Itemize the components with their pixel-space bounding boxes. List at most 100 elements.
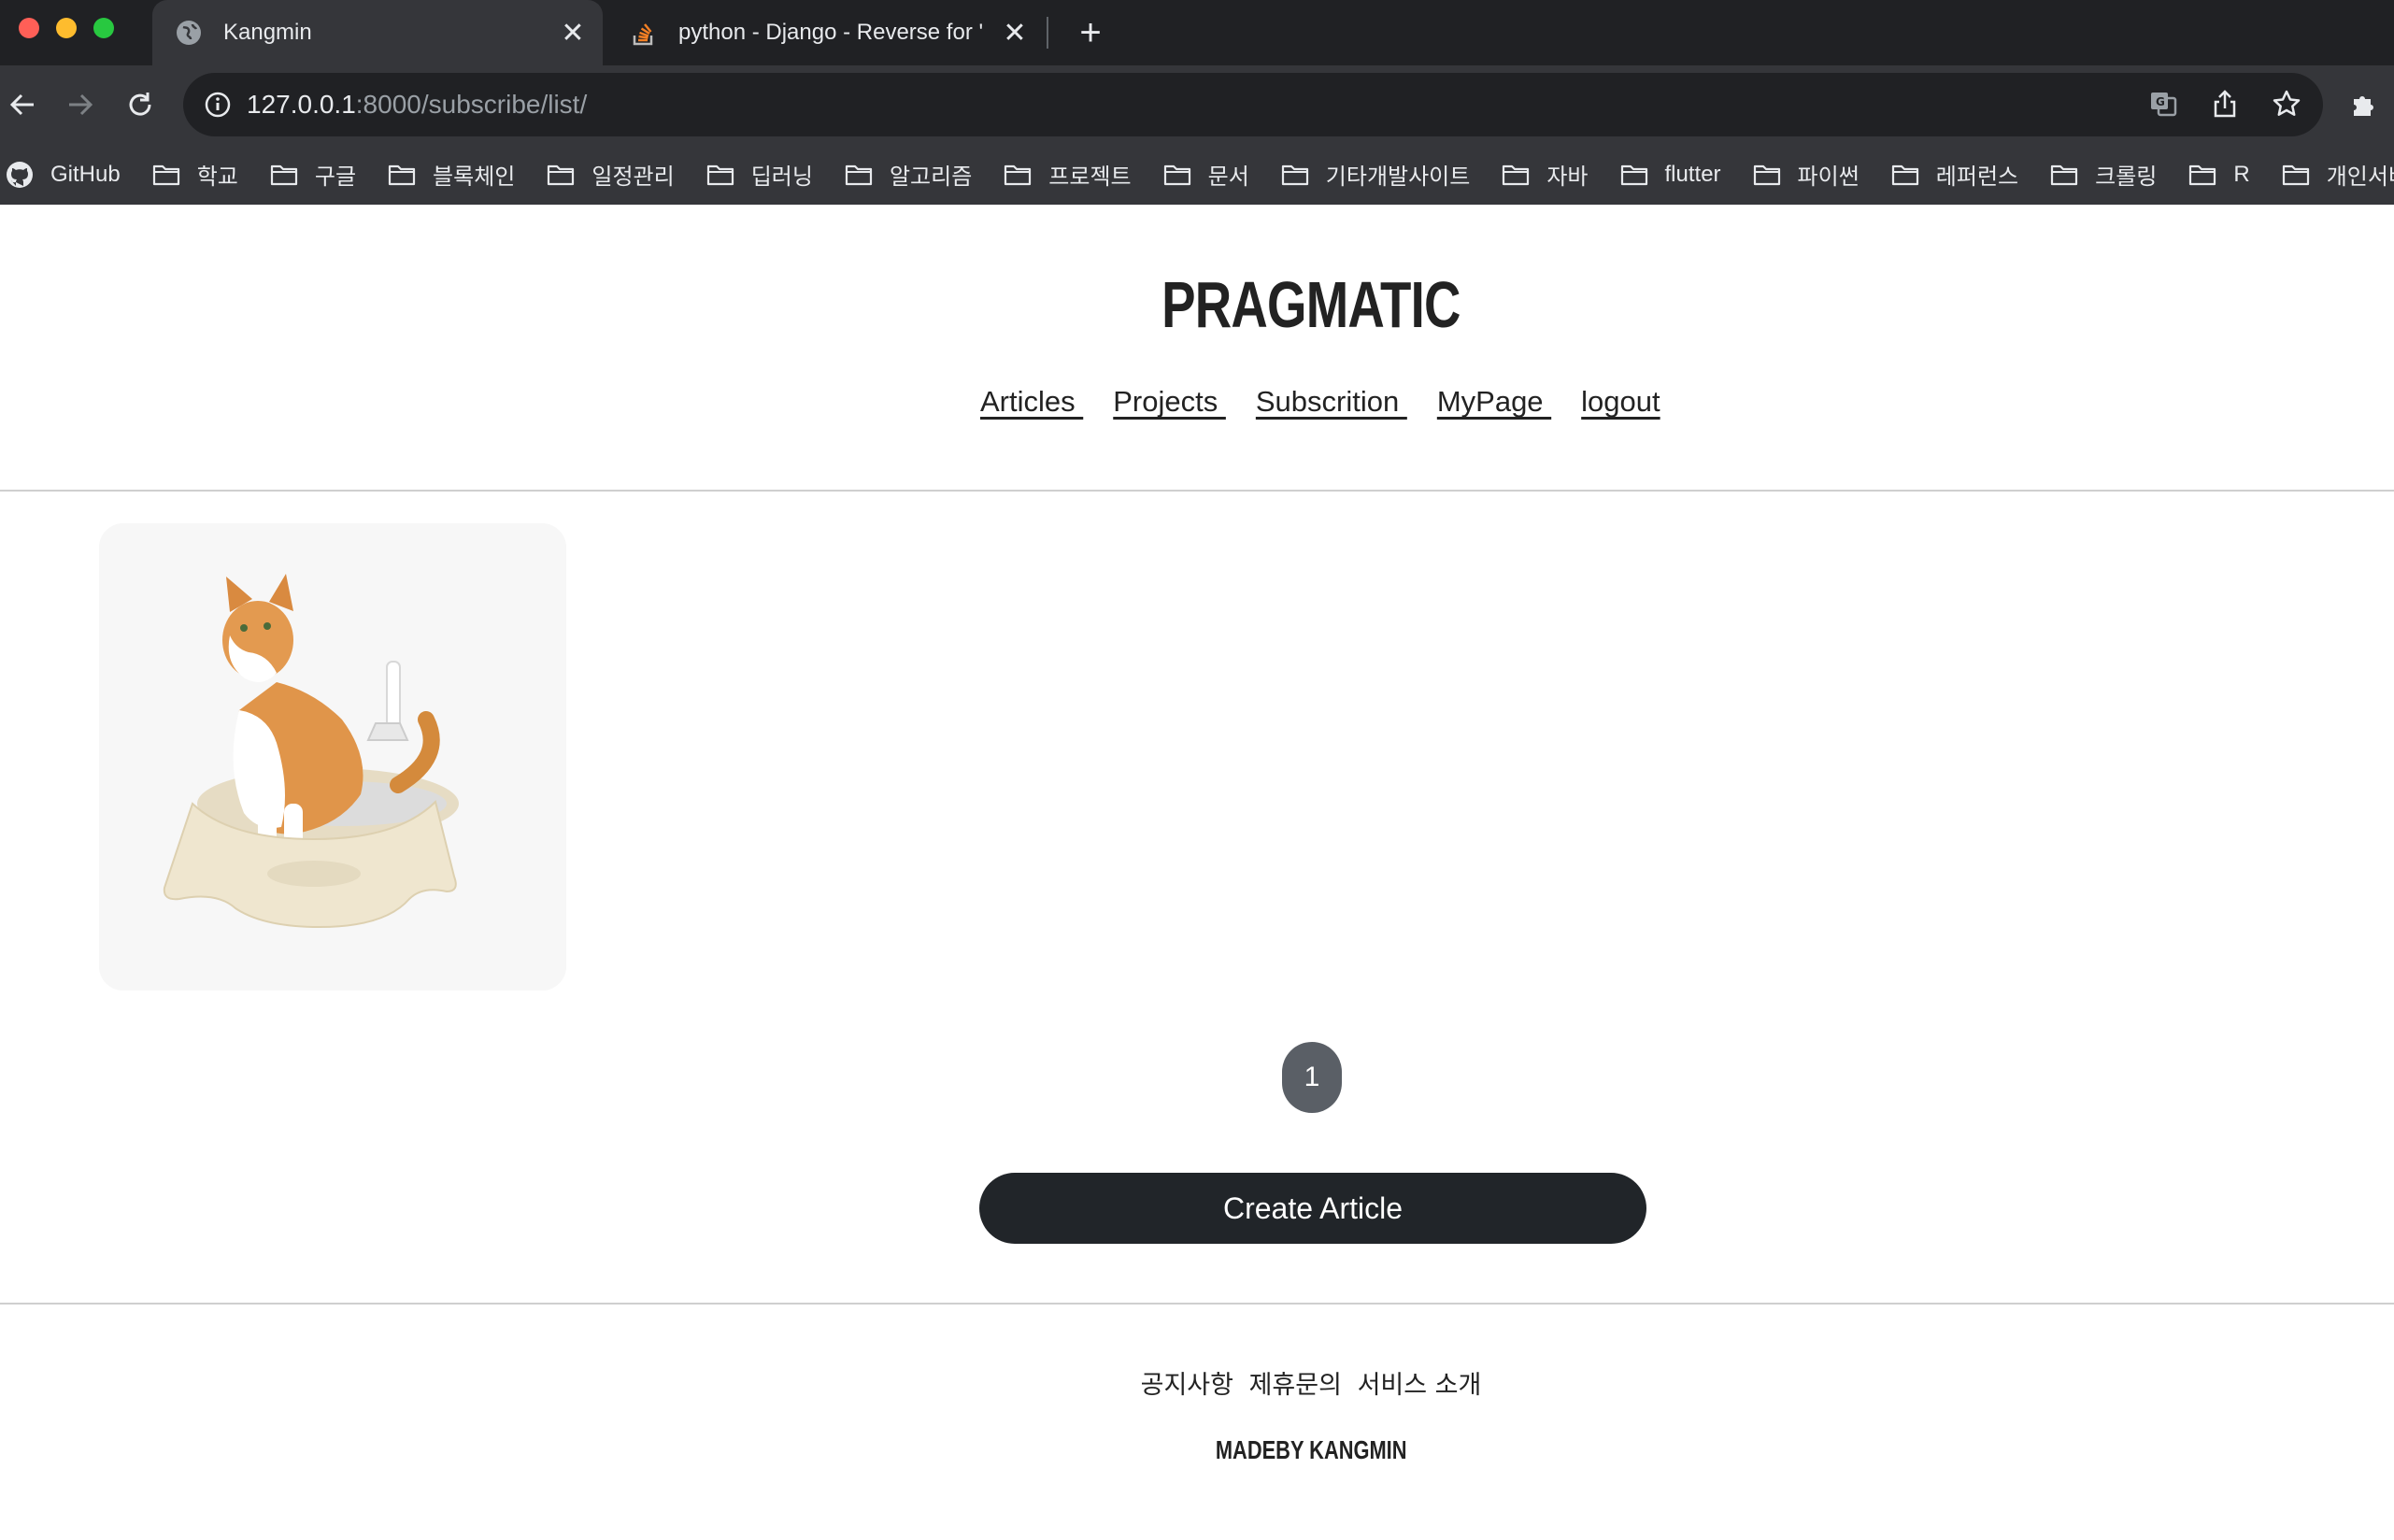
site-logo[interactable]: PRAGMATIC bbox=[0, 267, 2394, 342]
bookmark-label: 레퍼런스 bbox=[1935, 164, 2019, 190]
bookmark-label: 학교 bbox=[196, 164, 238, 190]
bookmarks-bar: GitHub 학교 구글 블록체인 일정관리 딥러닝 알고리즘 프로젝트 문서 기타개발사이트 자… bbox=[0, 144, 2394, 205]
folder-icon bbox=[1753, 163, 1781, 187]
folder-icon bbox=[2188, 163, 2216, 187]
tab-bar: Kangmin ✕ python - Django - Reverse for … bbox=[0, 0, 2394, 65]
folder-icon bbox=[2282, 163, 2310, 187]
bookmark-label: 블록체인 bbox=[433, 164, 516, 190]
folder-icon bbox=[1163, 163, 1191, 187]
folder-icon bbox=[1502, 163, 1530, 187]
minimize-window-button[interactable] bbox=[56, 18, 77, 38]
nav-link-mypage[interactable]: MyPage bbox=[1437, 385, 1551, 419]
bookmark-folder[interactable]: 딥러닝 bbox=[706, 158, 813, 191]
share-icon[interactable] bbox=[2207, 86, 2243, 121]
tab-title: python - Django - Reverse for ' bbox=[678, 20, 984, 45]
nav-link-logout[interactable]: logout bbox=[1581, 385, 1660, 419]
create-article-button[interactable]: Create Article bbox=[979, 1173, 1646, 1244]
bookmark-folder[interactable]: 크롤링 bbox=[2050, 158, 2157, 191]
close-window-button[interactable] bbox=[19, 18, 39, 38]
folder-icon bbox=[1891, 163, 1919, 187]
github-icon bbox=[6, 161, 34, 188]
bookmark-label: GitHub bbox=[50, 161, 121, 187]
stackoverflow-icon bbox=[630, 19, 658, 47]
bookmark-folder[interactable]: 블록체인 bbox=[388, 158, 515, 191]
forward-button[interactable] bbox=[62, 86, 99, 123]
close-tab-icon[interactable]: ✕ bbox=[996, 14, 1033, 51]
bookmark-folder[interactable]: flutter bbox=[1620, 162, 1721, 188]
madeby-text: MADEBY KANGMIN bbox=[1215, 1435, 1407, 1464]
bookmark-label: 알고리즘 bbox=[889, 164, 973, 190]
site-info-icon[interactable] bbox=[204, 91, 232, 119]
url-host: 127.0.0.1 bbox=[247, 90, 356, 119]
bookmark-folder[interactable]: 기타개발사이트 bbox=[1281, 158, 1471, 191]
folder-icon bbox=[152, 163, 180, 187]
bookmark-star-icon[interactable] bbox=[2269, 86, 2304, 121]
bookmark-github[interactable]: GitHub bbox=[6, 161, 121, 188]
bookmark-label: 개인서버 bbox=[2326, 164, 2394, 190]
bookmark-folder[interactable]: 학교 bbox=[152, 158, 238, 191]
address-bar[interactable]: 127.0.0.1:8000/subscribe/list/ G bbox=[183, 73, 2323, 136]
nav-link-articles[interactable]: Articles bbox=[980, 385, 1083, 419]
browser-toolbar: 127.0.0.1:8000/subscribe/list/ G bbox=[0, 65, 2394, 144]
footer-links: 공지사항 제휴문의 서비스 소개 bbox=[0, 1364, 2394, 1401]
back-button[interactable] bbox=[4, 86, 41, 123]
bookmark-folder[interactable]: 알고리즘 bbox=[845, 158, 972, 191]
folder-icon bbox=[1281, 163, 1309, 187]
folder-icon bbox=[388, 163, 416, 187]
footer-link-partnership[interactable]: 제휴문의 bbox=[1249, 1371, 1342, 1400]
folder-icon bbox=[547, 163, 575, 187]
reload-icon bbox=[129, 93, 151, 116]
translate-icon[interactable]: G bbox=[2145, 86, 2181, 121]
bookmark-folder[interactable]: 레퍼런스 bbox=[1891, 158, 2018, 191]
footer-link-service-intro[interactable]: 서비스 소개 bbox=[1358, 1371, 1482, 1400]
folder-icon bbox=[845, 163, 873, 187]
folder-icon bbox=[2050, 163, 2078, 187]
folder-icon bbox=[1620, 163, 1648, 187]
svg-text:G: G bbox=[2156, 95, 2165, 108]
bookmark-label: 구글 bbox=[314, 164, 357, 190]
folder-icon bbox=[1004, 163, 1032, 187]
article-card[interactable] bbox=[99, 523, 566, 991]
bookmark-folder[interactable]: 자바 bbox=[1502, 158, 1589, 191]
bookmark-folder[interactable]: R bbox=[2188, 161, 2250, 188]
new-tab-button[interactable]: + bbox=[1071, 12, 1110, 53]
bookmark-label: 딥러닝 bbox=[750, 164, 813, 190]
folder-icon bbox=[706, 163, 734, 187]
footer-link-notice[interactable]: 공지사항 bbox=[1141, 1371, 1233, 1400]
bookmark-folder[interactable]: 문서 bbox=[1163, 158, 1249, 191]
tab-separator bbox=[1047, 17, 1048, 49]
forward-arrow-icon bbox=[69, 93, 93, 116]
close-tab-icon[interactable]: ✕ bbox=[554, 14, 591, 51]
extensions-puzzle-icon[interactable] bbox=[2345, 86, 2383, 123]
bookmark-label: 일정관리 bbox=[591, 164, 675, 190]
bookmark-label: 크롤링 bbox=[2095, 164, 2158, 190]
browser-chrome: Kangmin ✕ python - Django - Reverse for … bbox=[0, 0, 2394, 205]
url-text[interactable]: 127.0.0.1:8000/subscribe/list/ bbox=[247, 90, 587, 120]
nav-link-projects[interactable]: Projects bbox=[1113, 385, 1226, 419]
cat-in-litter-box-image bbox=[99, 523, 566, 991]
bookmark-label: 문서 bbox=[1207, 164, 1249, 190]
footer-divider bbox=[0, 1303, 2394, 1305]
footer-madeby: MADEBY KANGMIN bbox=[0, 1435, 2394, 1465]
bookmark-label: R bbox=[2233, 161, 2250, 187]
bookmark-folder[interactable]: 구글 bbox=[270, 158, 356, 191]
folder-icon bbox=[270, 163, 298, 187]
bookmark-label: 기타개발사이트 bbox=[1325, 164, 1471, 190]
pagination-page-1[interactable]: 1 bbox=[1282, 1042, 1342, 1113]
bookmark-folder[interactable]: 파이썬 bbox=[1753, 158, 1860, 191]
bookmark-folder[interactable]: 개인서버 bbox=[2282, 158, 2394, 191]
main-nav: Articles Projects Subscrition MyPage log… bbox=[980, 385, 1660, 419]
bookmark-folder[interactable]: 일정관리 bbox=[547, 158, 675, 191]
bookmark-label: flutter bbox=[1664, 161, 1721, 187]
bookmark-folder[interactable]: 프로젝트 bbox=[1004, 158, 1132, 191]
logo-text: PRAGMATIC bbox=[1161, 268, 1461, 341]
tab-stackoverflow[interactable]: python - Django - Reverse for ' ✕ bbox=[607, 0, 1045, 65]
bookmark-label: 프로젝트 bbox=[1048, 164, 1132, 190]
maximize-window-button[interactable] bbox=[93, 18, 114, 38]
nav-link-subscription[interactable]: Subscrition bbox=[1256, 385, 1407, 419]
reload-button[interactable] bbox=[121, 86, 159, 123]
header-divider bbox=[0, 490, 2394, 492]
back-arrow-icon bbox=[9, 93, 34, 116]
url-path: :8000/subscribe/list/ bbox=[355, 90, 588, 119]
tab-kangmin[interactable]: Kangmin ✕ bbox=[152, 0, 603, 65]
